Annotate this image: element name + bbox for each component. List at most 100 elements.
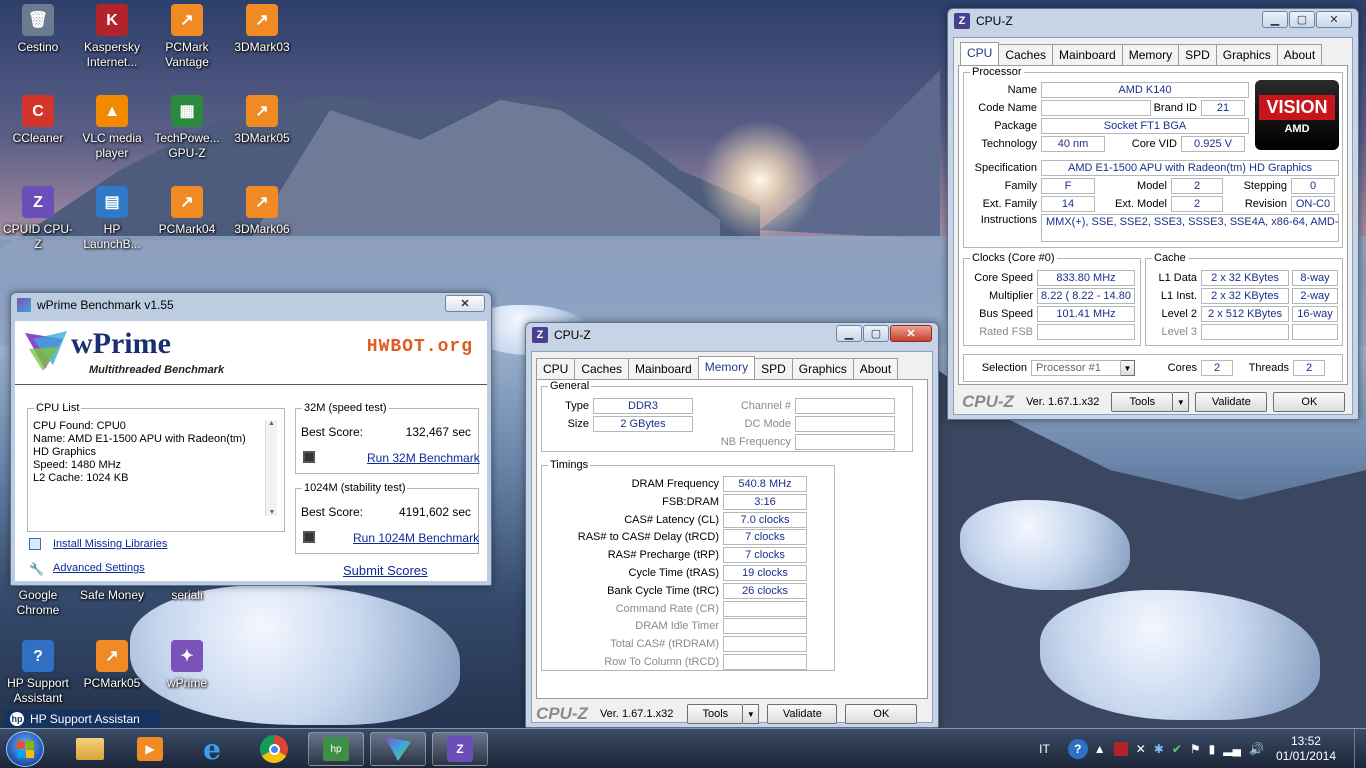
advanced-settings-link[interactable]: Advanced Settings bbox=[53, 562, 145, 574]
volume-icon[interactable]: 🔊 bbox=[1249, 742, 1264, 756]
desktop-app-icon: ↗ bbox=[171, 4, 203, 36]
install-libraries-link[interactable]: Install Missing Libraries bbox=[53, 538, 167, 550]
explorer-taskbar-button[interactable] bbox=[62, 732, 118, 766]
cpuz-cpu-window[interactable]: Z CPU-Z ▁ ▢ ✕ CPU Caches Mainboard Memory SP… bbox=[947, 8, 1359, 420]
tab-spd[interactable]: SPD bbox=[754, 358, 793, 381]
ie-taskbar-button[interactable]: e bbox=[184, 732, 240, 766]
save32-icon[interactable] bbox=[303, 451, 315, 463]
timing-value bbox=[723, 618, 807, 635]
action-center-icon[interactable]: ? bbox=[1067, 739, 1088, 759]
tab-mainboard[interactable]: Mainboard bbox=[628, 358, 699, 381]
desktop-icon[interactable]: ↗ 3DMark06 bbox=[224, 186, 300, 237]
cpu-list-scrollbar[interactable]: ▲ ▼ bbox=[265, 420, 277, 516]
chevron-down-icon[interactable]: ▼ bbox=[743, 704, 760, 724]
desktop-icon[interactable]: Google Chrome bbox=[0, 588, 76, 618]
close-button[interactable]: ✕ bbox=[1316, 11, 1352, 28]
validate-button[interactable]: Validate bbox=[1195, 392, 1268, 412]
wprime-window[interactable]: wPrime Benchmark v1.55 ✕ wPrime Multithr… bbox=[10, 292, 492, 586]
desktop-icon[interactable]: ▲ VLC media player bbox=[74, 95, 150, 161]
tab-caches[interactable]: Caches bbox=[998, 44, 1054, 67]
desktop-icon[interactable]: ? HP Support Assistant bbox=[0, 640, 76, 706]
processor-legend: Processor bbox=[972, 66, 1022, 78]
tab-about[interactable]: About bbox=[852, 358, 899, 381]
tab-graphics[interactable]: Graphics bbox=[791, 358, 854, 381]
security-shield-icon[interactable]: ✔ bbox=[1172, 742, 1182, 756]
cpuz-taskbar-button[interactable]: Z bbox=[432, 732, 488, 766]
desktop-icon[interactable]: ▦ TechPowe... GPU-Z bbox=[149, 95, 225, 161]
amd-text: AMD bbox=[1284, 123, 1310, 135]
desktop-icon[interactable]: C CCleaner bbox=[0, 95, 76, 146]
timing-label: RAS# to CAS# Delay (tRCD) bbox=[577, 531, 719, 544]
cpu-list-box[interactable]: CPU Found: CPU0 Name: AMD E1-1500 APU wi… bbox=[33, 420, 261, 520]
hp-support-banner-label: HP Support Assistan bbox=[30, 712, 140, 726]
l2-row: Level 2 2 x 512 KBytes 16-way bbox=[1147, 306, 1338, 322]
desktop-icon[interactable]: ↗ 3DMark03 bbox=[224, 4, 300, 55]
maximize-button[interactable]: ▢ bbox=[863, 325, 889, 342]
hp-taskbar-button[interactable]: hp bbox=[308, 732, 364, 766]
flag-icon[interactable]: ⚑ bbox=[1190, 742, 1201, 756]
minimize-button[interactable]: ▁ bbox=[836, 325, 862, 342]
chevron-down-icon[interactable]: ▼ bbox=[1121, 360, 1135, 376]
close-button[interactable]: ✕ bbox=[890, 325, 932, 342]
show-desktop-button[interactable] bbox=[1354, 729, 1366, 768]
desktop-icon[interactable]: ✦ wPrime bbox=[149, 640, 225, 691]
install-libraries-icon bbox=[29, 538, 41, 550]
tab-graphics[interactable]: Graphics bbox=[1215, 44, 1278, 67]
hp-support-banner[interactable]: hp HP Support Assistan bbox=[4, 710, 160, 728]
chevron-down-icon[interactable]: ▼ bbox=[1173, 392, 1190, 412]
start-button[interactable] bbox=[6, 731, 44, 767]
desktop-icon[interactable]: K Kaspersky Internet... bbox=[74, 4, 150, 70]
tools-button[interactable]: Tools bbox=[1111, 392, 1174, 412]
desktop-icon[interactable]: Safe Money bbox=[74, 588, 150, 603]
tab-cpu[interactable]: CPU bbox=[960, 42, 1000, 65]
ok-button[interactable]: OK bbox=[845, 704, 918, 724]
cpuz-memory-window[interactable]: Z CPU-Z ▁ ▢ ✕ CPU Caches Mainboard Memory SP… bbox=[525, 322, 939, 728]
wprime-taskbar-button[interactable] bbox=[370, 732, 426, 766]
submit-scores-link[interactable]: Submit Scores bbox=[343, 563, 428, 578]
show-hidden-icons[interactable]: ▲ bbox=[1094, 742, 1106, 756]
close-button[interactable]: ✕ bbox=[445, 295, 485, 312]
bluetooth-icon[interactable]: ✱ bbox=[1154, 742, 1164, 756]
wprime-titlebar[interactable]: wPrime Benchmark v1.55 bbox=[11, 293, 491, 317]
validate-button[interactable]: Validate bbox=[767, 704, 838, 724]
save1024-icon[interactable] bbox=[303, 531, 315, 543]
tab-mainboard[interactable]: Mainboard bbox=[1052, 44, 1123, 67]
clock[interactable]: 13:52 01/01/2014 bbox=[1276, 734, 1336, 764]
revision-value: ON-C0 bbox=[1291, 196, 1335, 212]
tab-cpu[interactable]: CPU bbox=[536, 358, 576, 381]
tab-spd[interactable]: SPD bbox=[1178, 44, 1217, 67]
ok-button[interactable]: OK bbox=[1273, 392, 1346, 412]
desktop-icon[interactable]: ↗ PCMark04 bbox=[149, 186, 225, 237]
tools-dropdown[interactable]: Tools ▼ bbox=[687, 704, 760, 724]
tab-memory[interactable]: Memory bbox=[1121, 44, 1180, 67]
desktop-icon[interactable]: ▤ HP LaunchB... bbox=[74, 186, 150, 252]
media-player-taskbar-button[interactable]: ▶ bbox=[122, 732, 178, 766]
desktop-icon[interactable]: Z CPUID CPU-Z bbox=[0, 186, 76, 252]
wifi-icon[interactable]: ▂▄ bbox=[1223, 742, 1241, 756]
desktop-icon[interactable]: ↗ 3DMark05 bbox=[224, 95, 300, 146]
desktop-app-icon: ↗ bbox=[246, 95, 278, 127]
desktop-icon[interactable]: ↗ PCMark Vantage bbox=[149, 4, 225, 70]
dcmode-label: DC Mode bbox=[744, 418, 791, 430]
scroll-down-icon[interactable]: ▼ bbox=[266, 509, 278, 516]
run32-button[interactable]: Run 32M Benchmark bbox=[367, 451, 480, 465]
scroll-up-icon[interactable]: ▲ bbox=[266, 420, 277, 427]
power-icon[interactable]: ▮ bbox=[1209, 742, 1216, 756]
tools-button[interactable]: Tools bbox=[687, 704, 744, 724]
tab-caches[interactable]: Caches bbox=[574, 358, 630, 381]
network-tray-icon[interactable]: ✕ bbox=[1136, 742, 1146, 756]
desktop-icon[interactable]: ↗ PCMark05 bbox=[74, 640, 150, 691]
tools-dropdown[interactable]: Tools ▼ bbox=[1111, 392, 1190, 412]
tab-about[interactable]: About bbox=[1276, 44, 1323, 67]
desktop-icon[interactable]: 🗑 Cestino bbox=[0, 4, 76, 55]
language-indicator[interactable]: IT bbox=[1039, 742, 1050, 756]
chrome-taskbar-button[interactable] bbox=[246, 732, 302, 766]
maximize-button[interactable]: ▢ bbox=[1289, 11, 1315, 28]
desktop-icon[interactable]: seriali bbox=[149, 588, 225, 603]
run1024-button[interactable]: Run 1024M Benchmark bbox=[353, 531, 479, 545]
tab-memory[interactable]: Memory bbox=[697, 356, 756, 379]
l1data-label: L1 Data bbox=[1158, 272, 1197, 284]
minimize-button[interactable]: ▁ bbox=[1262, 11, 1288, 28]
kaspersky-tray-icon[interactable] bbox=[1113, 742, 1128, 756]
selection-dropdown[interactable]: Processor #1 bbox=[1031, 360, 1121, 376]
